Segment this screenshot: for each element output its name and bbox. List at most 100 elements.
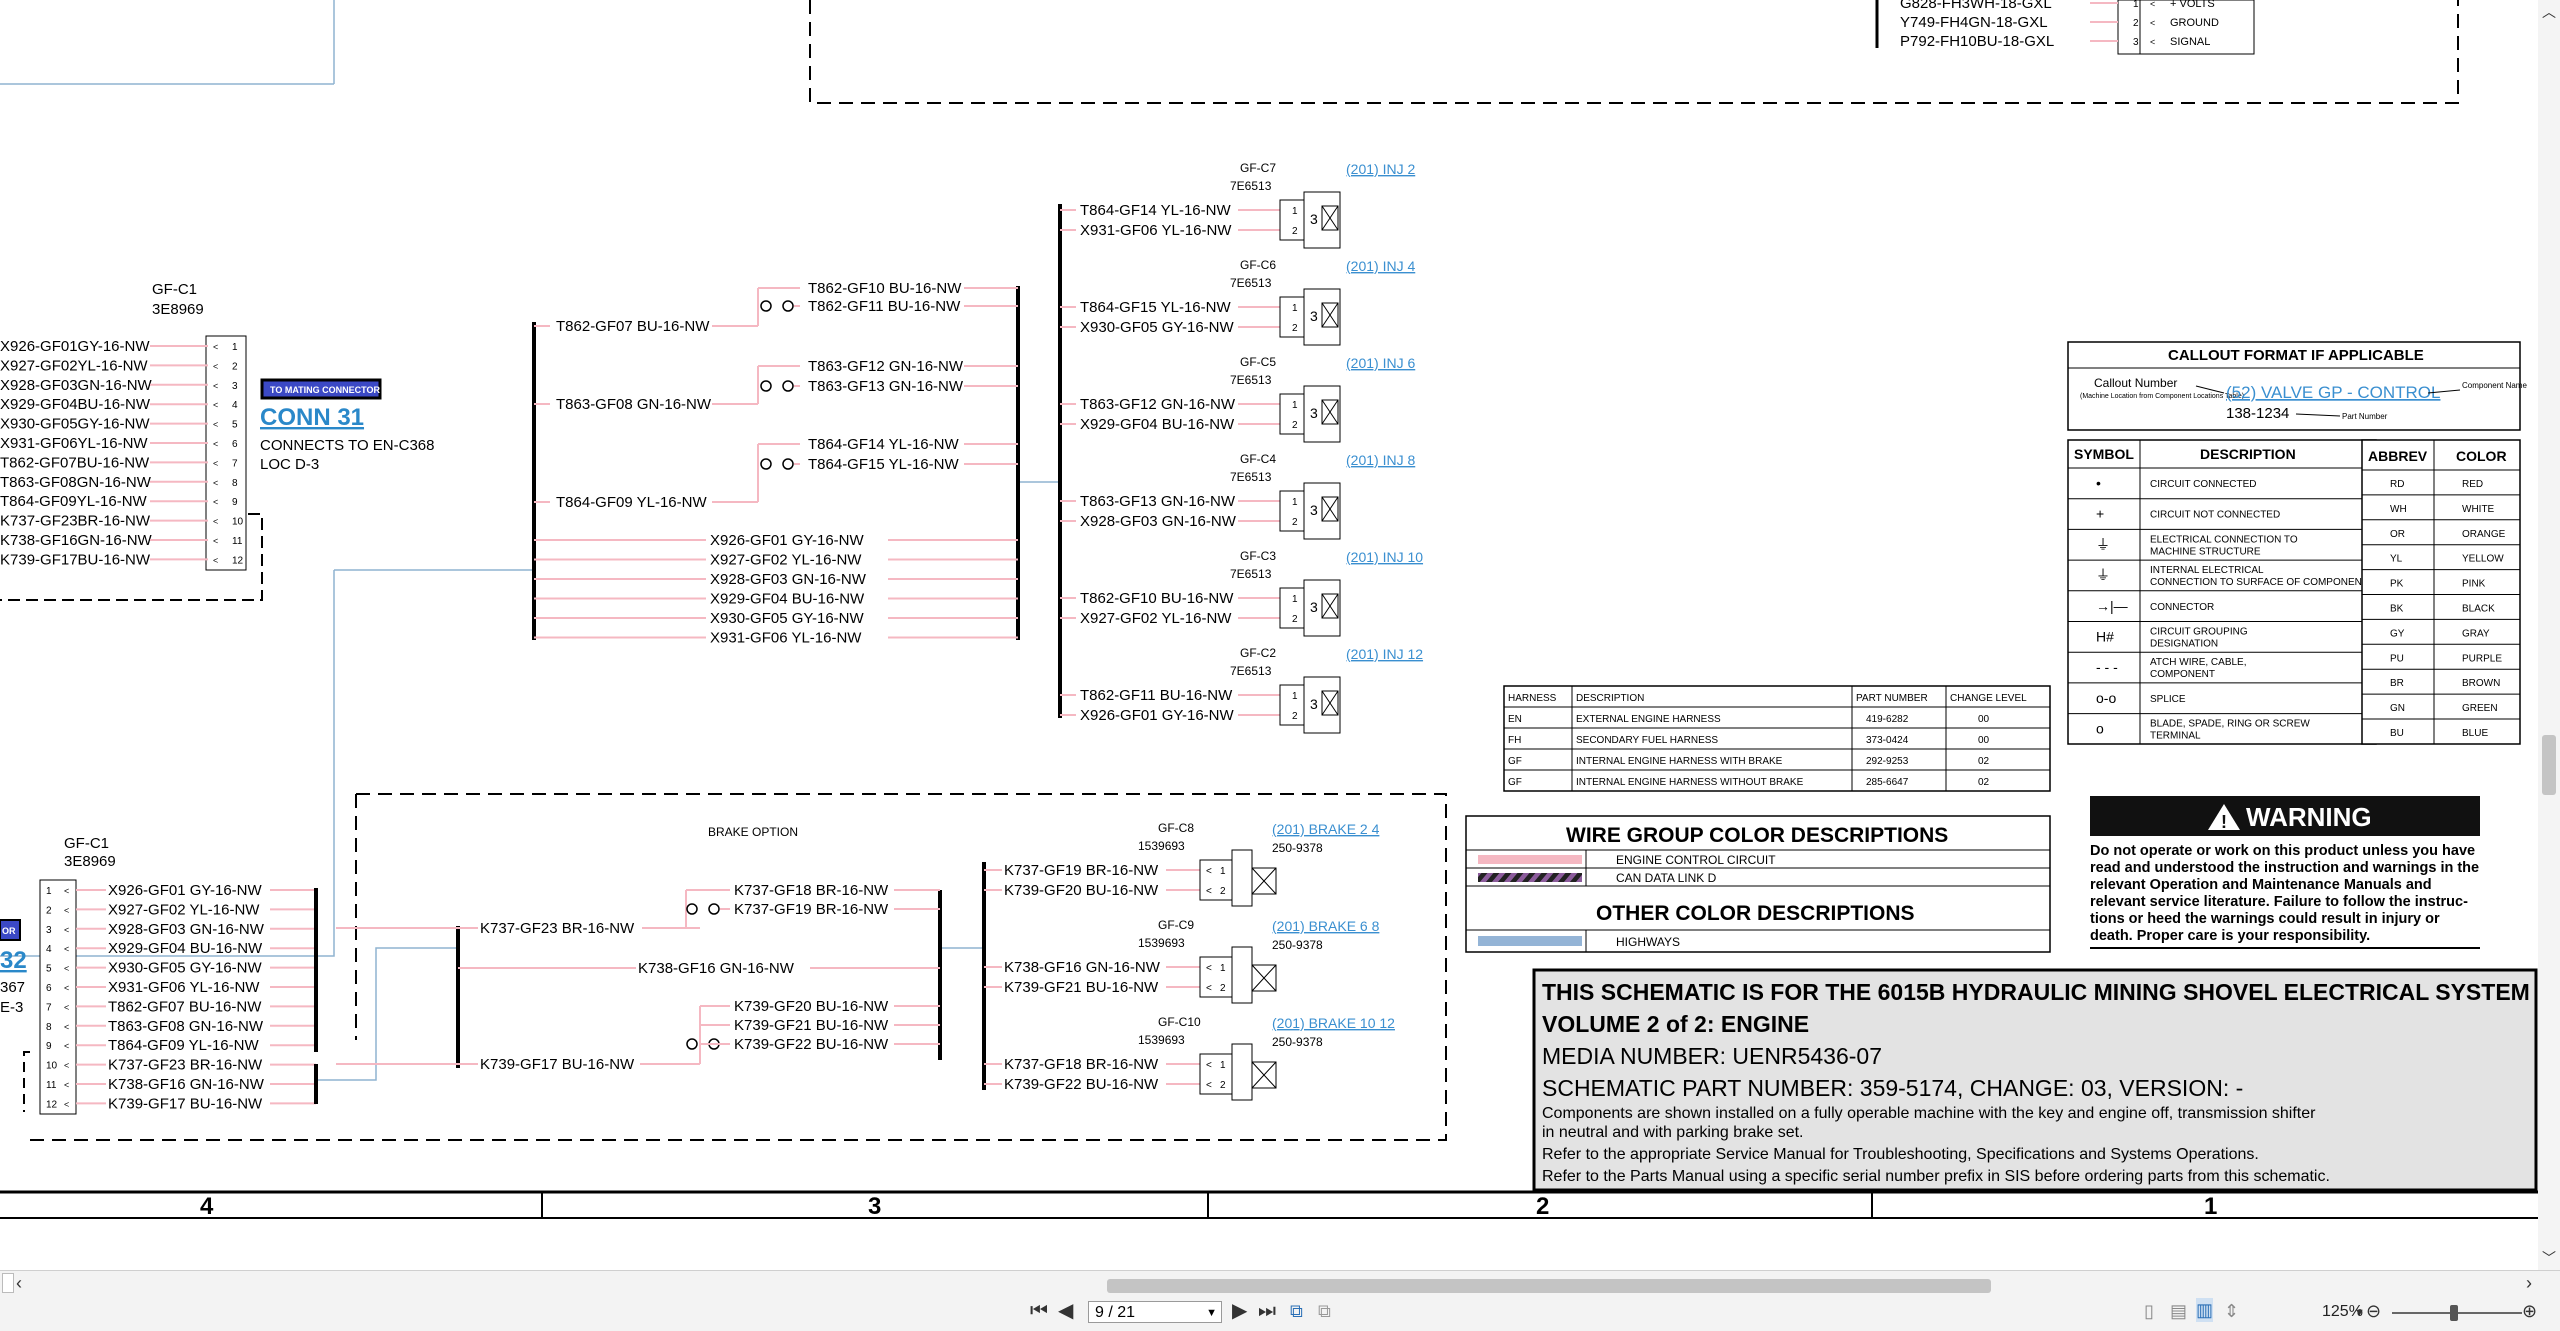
injector-name: GF-C2 [1240, 646, 1276, 660]
color-abbrev: PK [2390, 579, 2404, 590]
last-page-icon[interactable]: ⏭ [1258, 1299, 1276, 1323]
injector-wire-label: T864-GF14 YL-16-NW [1080, 202, 1231, 219]
bundle-wire-label: T863-GF08 GN-16-NW [556, 396, 712, 413]
injector-link[interactable]: (201) INJ 4 [1346, 258, 1415, 274]
paste-page-icon[interactable]: ⧉ [1318, 1299, 1331, 1323]
brake-splice-label: K739-GF20 BU-16-NW [734, 998, 889, 1015]
viewer-toolbar: ‹ › ⏮ ◀ 9 / 21 ▼ ▶ ⏭ ⧉ ⧉ ▯ ▤ ▥ ⇕ 125% ▼ ⊖… [0, 1270, 2560, 1331]
left-conn-title[interactable]: 32 [0, 947, 27, 974]
splice-wire-label: T864-GF15 YL-16-NW [808, 456, 959, 473]
scroll-down-arrow-icon[interactable]: ﹀ [2542, 1246, 2556, 1270]
single-page-view-icon[interactable]: ▯ [2144, 1299, 2154, 1323]
connector-arrow-icon: < [64, 983, 69, 993]
injector-link[interactable]: (201) INJ 6 [1346, 355, 1415, 371]
connector-arrow-icon: < [64, 1022, 69, 1032]
connector-arrow-icon: < [2150, 18, 2155, 28]
connector-arrow-icon: < [64, 886, 69, 896]
schematic-canvas: G828-FH3WH-18-GXL 1 < + VOLTS Y749-FH4GN-18-… [0, 0, 2538, 1220]
two-page-view-icon[interactable]: ▥ [2196, 1298, 2214, 1322]
pin-number: 8 [232, 478, 238, 489]
title-line2: VOLUME 2 of 2: ENGINE [1542, 1011, 1809, 1037]
continuous-view-icon[interactable]: ▤ [2170, 1299, 2187, 1323]
pin-number: 1 [1292, 206, 1298, 217]
brake-valve-wire-label: K737-GF18 BR-16-NW [1004, 1056, 1159, 1073]
warning-line: read and understood the instruction and … [2090, 860, 2479, 876]
gfc1-top-name: GF-C1 [152, 281, 197, 298]
zoom-in-icon[interactable]: ⊕ [2522, 1299, 2537, 1323]
gfc1-wire-label: K737-GF23BR-16-NW [0, 513, 151, 530]
color-abbrev: PU [2390, 653, 2404, 664]
injector-wire-label: T863-GF13 GN-16-NW [1080, 493, 1236, 510]
brake-valve-link[interactable]: (201) BRAKE 10 12 [1272, 1015, 1395, 1031]
gfc1-wire-label: T862-GF07BU-16-NW [0, 454, 150, 471]
callout-part-num: 138-1234 [2226, 405, 2289, 422]
callout-valve-link[interactable]: (52) VALVE GP - CONTROL [2226, 383, 2440, 402]
page-number-input[interactable]: 9 / 21 ▼ [1088, 1301, 1222, 1323]
next-page-icon[interactable]: ▶ [1232, 1299, 1247, 1323]
pin-number: 10 [46, 1061, 58, 1072]
brake-valve-sub: 250-9378 [1272, 841, 1323, 855]
splice-icon [760, 380, 772, 392]
fit-width-icon[interactable]: ⇕ [2224, 1299, 2239, 1323]
title-line5: Components are shown installed on a full… [1542, 1105, 2316, 1122]
brake-valve-name: GF-C10 [1158, 1015, 1201, 1029]
connector-arrow-icon: < [213, 478, 218, 488]
top-stub-wire-label: P792-FH10BU-18-GXL [1900, 33, 2054, 50]
first-page-icon[interactable]: ⏮ [1030, 1299, 1048, 1323]
symbol-desc: BLADE, SPADE, RING OR SCREW [2150, 719, 2310, 730]
brake-gfc1-wire-label: K739-GF17 BU-16-NW [108, 1095, 263, 1112]
connector-arrow-icon: < [64, 1061, 69, 1071]
coil-number: 3 [1310, 308, 1318, 324]
symbol-glyph-icon: ⏚ [2096, 536, 2110, 552]
harness-table: HARNESS DESCRIPTION PART NUMBER CHANGE LEVE… [1503, 685, 2051, 792]
previous-page-icon[interactable]: ◀ [1058, 1299, 1073, 1323]
brake-splice-label: K739-GF21 BU-16-NW [734, 1017, 889, 1034]
warning-line: relevant Operation and Maintenance Manua… [2090, 877, 2432, 893]
connector-arrow-icon: < [1206, 963, 1212, 974]
color-name: BLACK [2462, 604, 2495, 615]
color-name: ORANGE [2462, 529, 2506, 540]
callout-number: Callout Number [2094, 376, 2177, 390]
pin-number: 3 [2133, 37, 2139, 48]
harness-header: CHANGE LEVEL [1950, 693, 2027, 704]
brake-valve-link[interactable]: (201) BRAKE 6 8 [1272, 918, 1380, 934]
injector-link[interactable]: (201) INJ 12 [1346, 646, 1423, 662]
brake-valve-link[interactable]: (201) BRAKE 2 4 [1272, 821, 1380, 837]
injector-part: 7E6513 [1230, 276, 1272, 290]
injector-link[interactable]: (201) INJ 10 [1346, 549, 1423, 565]
vertical-scroll-thumb[interactable] [2542, 735, 2556, 795]
conn31-title[interactable]: CONN 31 [260, 404, 364, 431]
connector-arrow-icon: < [213, 420, 218, 430]
copy-page-icon[interactable]: ⧉ [1290, 1299, 1303, 1323]
symbol-glyph-icon: + [2096, 506, 2104, 522]
zoom-out-icon[interactable]: ⊖ [2366, 1299, 2381, 1323]
brake-valve-sub: 250-9378 [1272, 938, 1323, 952]
scroll-right-arrow-icon[interactable]: › [2526, 1271, 2532, 1295]
pin-number: 5 [46, 964, 52, 975]
injector-link[interactable]: (201) INJ 8 [1346, 452, 1415, 468]
bundle-wire-label: X927-GF02 YL-16-NW [710, 552, 862, 569]
pin-number: 3 [232, 381, 238, 392]
color-name: PURPLE [2462, 653, 2502, 664]
color-name: GRAY [2462, 628, 2490, 639]
injector-link[interactable]: (201) INJ 2 [1346, 161, 1415, 177]
scroll-up-arrow-icon[interactable]: ︿ [2542, 0, 2556, 24]
connector-arrow-icon: < [213, 497, 218, 507]
symbol-glyph-icon: - - - [2096, 659, 2118, 675]
vertical-scrollbar[interactable]: ︿ ﹀ [2538, 0, 2560, 1270]
horizontal-scroll-thumb[interactable] [1107, 1279, 1991, 1293]
zoom-slider-handle[interactable] [2450, 1305, 2458, 1321]
pin-number: 12 [232, 555, 244, 566]
scroll-left-box[interactable] [2, 1273, 14, 1293]
pin-number: 1 [1292, 400, 1298, 411]
brake-trunk-label: K738-GF16 GN-16-NW [638, 960, 795, 977]
zoom-dropdown-icon[interactable]: ▼ [2354, 1301, 2365, 1325]
page-dropdown-icon[interactable]: ▼ [1206, 1302, 1217, 1324]
brake-valve-sub: 250-9378 [1272, 1035, 1323, 1049]
pin-number: 1 [2133, 0, 2139, 10]
harness-cell: FH [1508, 735, 1521, 746]
connector-arrow-icon: < [213, 439, 218, 449]
pin-number: 5 [232, 420, 238, 431]
scroll-left-arrow-icon[interactable]: ‹ [16, 1271, 22, 1295]
connector-arrow-icon: < [213, 555, 218, 565]
